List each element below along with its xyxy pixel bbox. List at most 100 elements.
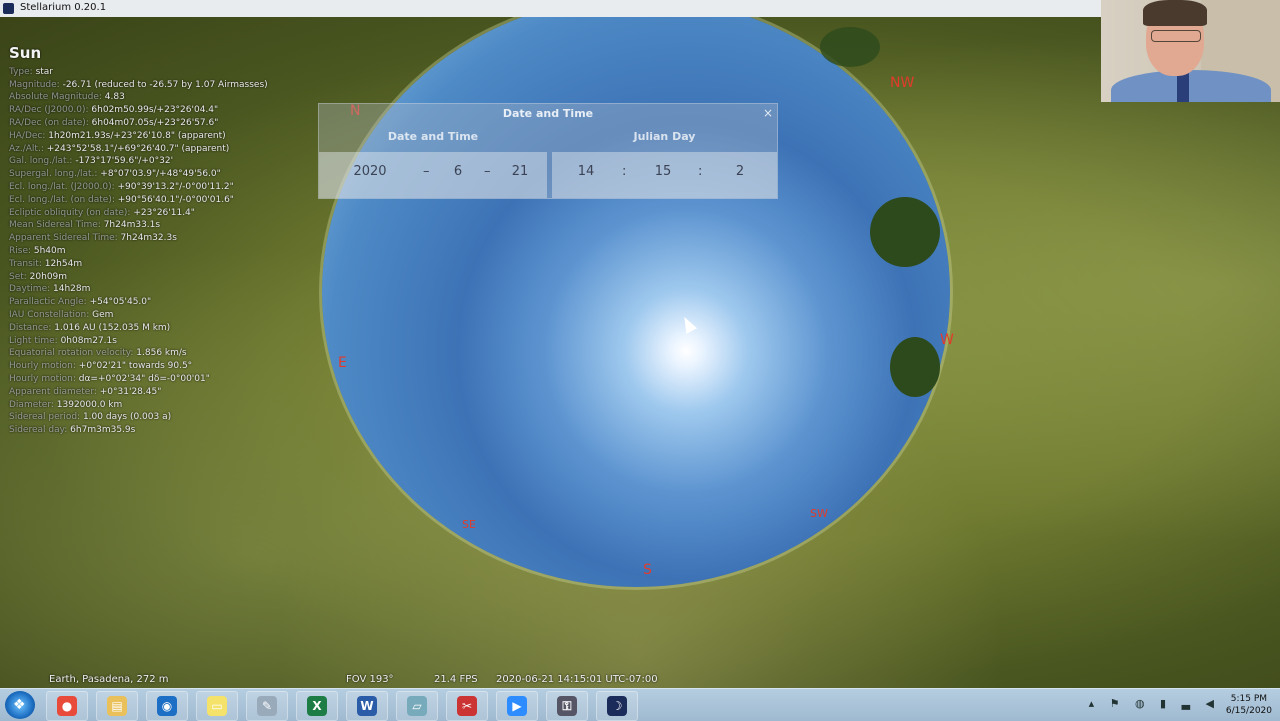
tab-date-and-time[interactable]: Date and Time — [319, 126, 547, 148]
time-panel: 14 : 15 : 2 — [552, 152, 777, 198]
info-value: 5h40m — [33, 245, 66, 256]
taskbar-paint-button[interactable]: ✎ — [246, 691, 288, 721]
chrome-icon: ● — [57, 696, 77, 716]
info-line: Sidereal period: 1.00 days (0.003 a) — [9, 411, 268, 424]
info-label: Sidereal day: — [9, 425, 71, 436]
hour-spinbox[interactable]: 14 — [566, 164, 606, 179]
info-value: 20h09m — [29, 271, 68, 282]
info-label: Set: — [9, 271, 30, 282]
file-explorer-icon: ▤ — [107, 696, 127, 716]
dialog-title: Date and Time — [502, 107, 594, 120]
taskbar-notepad-button[interactable]: ▱ — [396, 691, 438, 721]
info-value: 0h08m27.1s — [60, 335, 117, 346]
info-line: Ecliptic obliquity (on date): +23°26'11.… — [9, 207, 268, 220]
day-spinbox[interactable]: 21 — [500, 164, 540, 179]
month-spinbox[interactable]: 6 — [438, 164, 478, 179]
windows-taskbar: ❖ ● ▤ ◉ ▭ ✎ X W ▱ ✂ ▶ ⚿ ☽ ▴ ⚑ ◍ ▮ ▃ ◀ 5:15 PM 6/15/… — [0, 688, 1280, 721]
time-separator: : — [622, 164, 627, 179]
word-icon: W — [357, 696, 377, 716]
info-line: Equatorial rotation velocity: 1.856 km/s — [9, 347, 268, 360]
info-value: star — [35, 66, 54, 77]
taskbar-snipping-tool-button[interactable]: ✂ — [446, 691, 488, 721]
object-info-panel: Sun Type: star Magnitude: -26.71 (reduced… — [9, 46, 268, 437]
webcam-tie — [1177, 72, 1189, 102]
close-icon[interactable]: × — [763, 106, 773, 120]
info-value: 1h20m21.93s/+23°26'10.8" (apparent) — [48, 130, 226, 141]
info-value: +90°56'40.1"/-0°00'01.6" — [117, 194, 234, 205]
tree-decoration — [870, 197, 940, 267]
info-line: Parallactic Angle: +54°05'45.0" — [9, 296, 268, 309]
date-separator: – — [484, 164, 491, 179]
info-label: Equatorial rotation velocity: — [9, 348, 137, 359]
taskbar-excel-button[interactable]: X — [296, 691, 338, 721]
system-tray[interactable]: ▴ ⚑ ◍ ▮ ▃ ◀ — [1089, 697, 1220, 710]
info-label: Az./Alt.: — [9, 143, 47, 154]
info-line: Diameter: 1392000.0 km — [9, 399, 268, 412]
info-label: Type: — [9, 66, 36, 77]
object-info-lines: Type: star Magnitude: -26.71 (reduced to … — [9, 66, 268, 437]
year-spinbox[interactable]: 2020 — [350, 164, 390, 179]
info-line: Ecl. long./lat. (J2000.0): +90°39'13.2"/… — [9, 181, 268, 194]
info-line: IAU Constellation: Gem — [9, 309, 268, 322]
status-datetime[interactable]: 2020-06-21 14:15:01 UTC-07:00 — [496, 674, 658, 685]
info-line: Rise: 5h40m — [9, 245, 268, 258]
taskbar-chrome-button[interactable]: ● — [46, 691, 88, 721]
second-spinbox[interactable]: 2 — [720, 164, 760, 179]
taskbar-security-button[interactable]: ⚿ — [546, 691, 588, 721]
info-line: Supergal. long./lat.: +8°07'03.9"/+48°49… — [9, 168, 268, 181]
taskbar-zoom-button[interactable]: ▶ — [496, 691, 538, 721]
info-line: Apparent diameter: +0°31'28.45" — [9, 386, 268, 399]
info-label: Ecl. long./lat. (on date): — [9, 194, 118, 205]
info-line: Ecl. long./lat. (on date): +90°56'40.1"/… — [9, 194, 268, 207]
snipping-tool-icon: ✂ — [457, 696, 477, 716]
taskbar-stellarium-button[interactable]: ☽ — [596, 691, 638, 721]
excel-icon: X — [307, 696, 327, 716]
info-label: HA/Dec: — [9, 130, 49, 141]
info-line: RA/Dec (J2000.0): 6h02m50.99s/+23°26'04.… — [9, 104, 268, 117]
outlook-icon: ◉ — [157, 696, 177, 716]
info-label: Daytime: — [9, 284, 53, 295]
info-value: 12h54m — [44, 258, 83, 269]
info-value: 1.016 AU (152.035 M km) — [54, 322, 171, 333]
info-label: Parallactic Angle: — [9, 297, 90, 308]
info-label: Apparent diameter: — [9, 386, 100, 397]
info-value: -26.71 (reduced to -26.57 by 1.07 Airmas… — [62, 79, 268, 90]
clock-time: 5:15 PM — [1230, 694, 1268, 704]
clock-date: 6/15/2020 — [1225, 706, 1272, 716]
info-value: +23°26'11.4" — [133, 207, 195, 218]
taskbar-clock[interactable]: 5:15 PM 6/15/2020 — [1226, 693, 1272, 717]
info-label: Hourly motion: — [9, 373, 79, 384]
start-button[interactable]: ❖ — [5, 691, 35, 719]
info-label: Hourly motion: — [9, 361, 79, 372]
info-label: Sidereal period: — [9, 412, 83, 423]
status-location[interactable]: Earth, Pasadena, 272 m — [49, 674, 169, 685]
info-label: Ecliptic obliquity (on date): — [9, 207, 134, 218]
time-separator: : — [698, 164, 703, 179]
info-value: Gem — [92, 309, 114, 320]
info-value: +0°31'28.45" — [99, 386, 162, 397]
webcam-glasses — [1151, 30, 1201, 42]
info-value: +243°52'58.1"/+69°26'40.7" (apparent) — [46, 143, 230, 154]
cardinal-e: E — [338, 355, 347, 371]
taskbar-word-button[interactable]: W — [346, 691, 388, 721]
taskbar-outlook-button[interactable]: ◉ — [146, 691, 188, 721]
taskbar-file-explorer-button[interactable]: ▤ — [96, 691, 138, 721]
tab-julian-day[interactable]: Julian Day — [552, 126, 777, 148]
info-label: Absolute Magnitude: — [9, 92, 105, 103]
info-value: dα=+0°02'34" dδ=-0°00'01" — [78, 373, 210, 384]
date-time-dialog[interactable]: Date and Time × Date and Time Julian Day… — [318, 103, 778, 199]
taskbar-sticky-notes-button[interactable]: ▭ — [196, 691, 238, 721]
cardinal-se: SE — [462, 518, 476, 531]
info-line: Daytime: 14h28m — [9, 283, 268, 296]
zoom-icon: ▶ — [507, 696, 527, 716]
info-label: Rise: — [9, 245, 34, 256]
tree-decoration — [820, 27, 880, 67]
security-icon: ⚿ — [557, 696, 577, 716]
info-value: +54°05'45.0" — [89, 297, 152, 308]
sticky-notes-icon: ▭ — [207, 696, 227, 716]
cardinal-sw: SW — [810, 507, 828, 520]
minute-spinbox[interactable]: 15 — [643, 164, 683, 179]
info-value: 4.83 — [104, 92, 125, 103]
info-label: Transit: — [9, 258, 45, 269]
info-value: -173°17'59.6"/+0°32' — [75, 156, 174, 167]
